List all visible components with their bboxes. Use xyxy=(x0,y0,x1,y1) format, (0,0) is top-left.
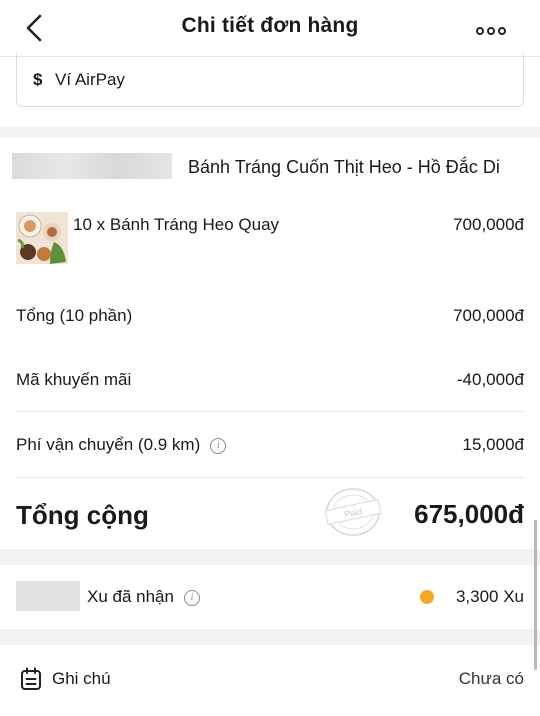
divider xyxy=(16,411,524,412)
redacted-store-info xyxy=(12,153,172,179)
shipping-label: Phí vận chuyển (0.9 km) xyxy=(16,435,201,454)
coin-icon xyxy=(420,590,434,604)
payment-method-box: $ Ví AirPay xyxy=(16,53,524,107)
item-thumbnail xyxy=(16,212,68,264)
dollar-icon: $ xyxy=(33,70,43,89)
shipping-value: 15,000đ xyxy=(462,435,524,454)
coins-label: Xu đã nhận xyxy=(87,587,174,606)
order-section: Bánh Tráng Cuốn Thịt Heo - Hồ Đắc Di 10 … xyxy=(0,138,540,549)
promo-label: Mã khuyến mãi xyxy=(16,370,132,389)
note-section[interactable]: Ghi chú Chưa có xyxy=(0,645,540,716)
payment-section: $ Ví AirPay xyxy=(0,53,540,127)
note-value: Chưa có xyxy=(458,669,524,688)
total-value: 675,000đ xyxy=(414,499,524,529)
coins-section: Xu đã nhận i 3,300 Xu xyxy=(0,565,540,629)
subtotal-value: 700,000đ xyxy=(453,306,524,325)
info-icon[interactable]: i xyxy=(183,589,200,606)
info-icon[interactable]: i xyxy=(210,437,227,454)
app-header: Chi tiết đơn hàng xyxy=(0,0,540,57)
redacted-coins-info xyxy=(16,581,80,611)
coins-row: Xu đã nhận i xyxy=(87,587,200,607)
coins-value: 3,300 Xu xyxy=(455,587,524,606)
divider xyxy=(16,477,524,478)
payment-method-label: Ví AirPay xyxy=(55,70,125,89)
promo-value: -40,000đ xyxy=(456,370,524,389)
scrollbar[interactable] xyxy=(534,520,537,670)
subtotal-label: Tổng (10 phần) xyxy=(16,306,133,325)
total-label: Tổng cộng xyxy=(16,500,149,530)
note-label: Ghi chú xyxy=(52,669,111,688)
shipping-row: Phí vận chuyển (0.9 km) i xyxy=(16,435,227,455)
page-title: Chi tiết đơn hàng xyxy=(181,14,359,37)
more-horizontal-icon[interactable] xyxy=(476,22,516,35)
note-icon xyxy=(21,667,41,690)
paid-stamp-icon: Paid xyxy=(324,488,382,536)
item-price: 700,000đ xyxy=(453,215,524,234)
item-name: 10 x Bánh Tráng Heo Quay xyxy=(73,215,280,234)
store-name[interactable]: Bánh Tráng Cuốn Thịt Heo - Hồ Đắc Di xyxy=(188,157,500,178)
